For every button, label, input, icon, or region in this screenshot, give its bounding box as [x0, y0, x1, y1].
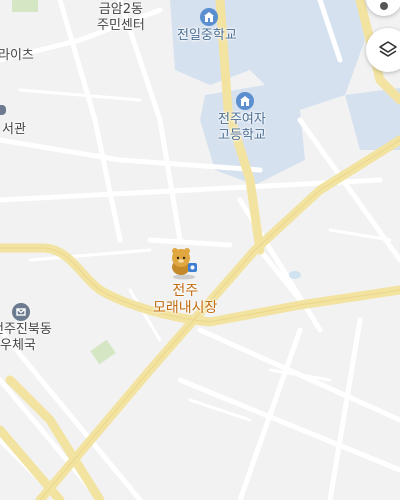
layers-icon	[379, 41, 397, 57]
post-office-line2: 우체국	[0, 338, 36, 353]
girls-high-school-label[interactable]: 전주여자 고등학교	[218, 112, 266, 144]
girls-school-line1: 전주여자	[218, 112, 266, 127]
post-office-icon[interactable]	[12, 303, 30, 321]
market-line2: 모래내시장	[153, 300, 218, 316]
partial-button-icon	[380, 2, 388, 10]
pond	[289, 271, 301, 279]
geumam-center-line1: 금암2동	[98, 2, 143, 17]
partial-poi-icon	[0, 105, 6, 115]
character-marker-icon[interactable]	[166, 246, 202, 280]
map-view[interactable]: 금암2동 주민센터 전일중학교 전주여자 고등학교 라이츠 서관 전주 모래내시…	[0, 0, 400, 500]
geumam-center-label[interactable]: 금암2동 주민센터	[97, 2, 145, 34]
partial-left-label-2[interactable]: 서관	[2, 122, 26, 138]
partial-left-label-1[interactable]: 라이츠	[0, 48, 34, 64]
school-icon[interactable]	[236, 92, 254, 110]
post-office-line1: 전주진북동	[0, 322, 52, 337]
market-line1: 전주	[172, 283, 199, 299]
market-label[interactable]: 전주 모래내시장	[153, 283, 217, 317]
girls-school-line2: 고등학교	[218, 128, 266, 143]
park-patch-2	[12, 0, 38, 12]
school-icon[interactable]	[200, 8, 218, 26]
geumam-center-line2: 주민센터	[97, 18, 145, 33]
post-office-label[interactable]: 전주진북동 우체국	[0, 322, 52, 354]
jeonil-school-label[interactable]: 전일중학교	[177, 28, 237, 44]
